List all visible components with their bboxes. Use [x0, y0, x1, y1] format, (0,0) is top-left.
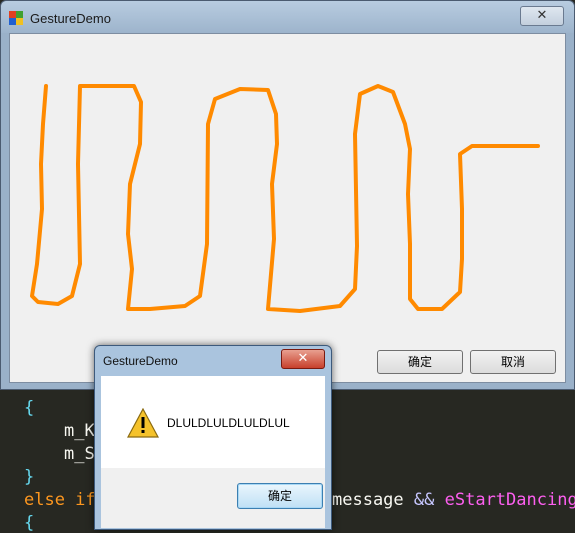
- code-line-mk: m_K: [64, 421, 95, 441]
- code-line-open-brace: {: [24, 513, 35, 533]
- gesture-stroke: [30, 84, 540, 313]
- close-icon: ✕: [536, 8, 548, 23]
- main-close-button[interactable]: ✕: [520, 6, 564, 26]
- code-line-close-brace: }: [24, 467, 35, 487]
- dialog-ok-button[interactable]: 确定: [237, 483, 323, 509]
- code-line-ms: m_S: [64, 444, 95, 464]
- warning-icon: [127, 408, 159, 438]
- main-window-title: GestureDemo: [30, 11, 111, 26]
- dialog-title: GestureDemo: [103, 354, 178, 368]
- code-line-else-if: else if: [24, 490, 96, 510]
- gesture-area[interactable]: 确定 取消: [9, 33, 566, 383]
- app-icon: [9, 11, 23, 25]
- message-dialog: GestureDemo ✕ DLULDLULDLULDLUL 确定: [94, 345, 332, 530]
- ok-button[interactable]: 确定: [377, 350, 463, 374]
- cancel-button[interactable]: 取消: [470, 350, 556, 374]
- dialog-message: DLULDLULDLULDLUL: [167, 416, 290, 430]
- dialog-footer: 确定: [101, 468, 325, 528]
- main-window: GestureDemo ✕ 确定 取消: [0, 0, 575, 390]
- close-icon: ✕: [297, 351, 309, 366]
- code-line-condition: message && eStartDancing: [332, 490, 575, 510]
- dialog-close-button[interactable]: ✕: [281, 349, 325, 369]
- code-line-brace: {: [24, 398, 35, 418]
- dialog-body: DLULDLULDLULDLUL: [101, 376, 325, 468]
- main-titlebar[interactable]: GestureDemo ✕: [1, 1, 574, 33]
